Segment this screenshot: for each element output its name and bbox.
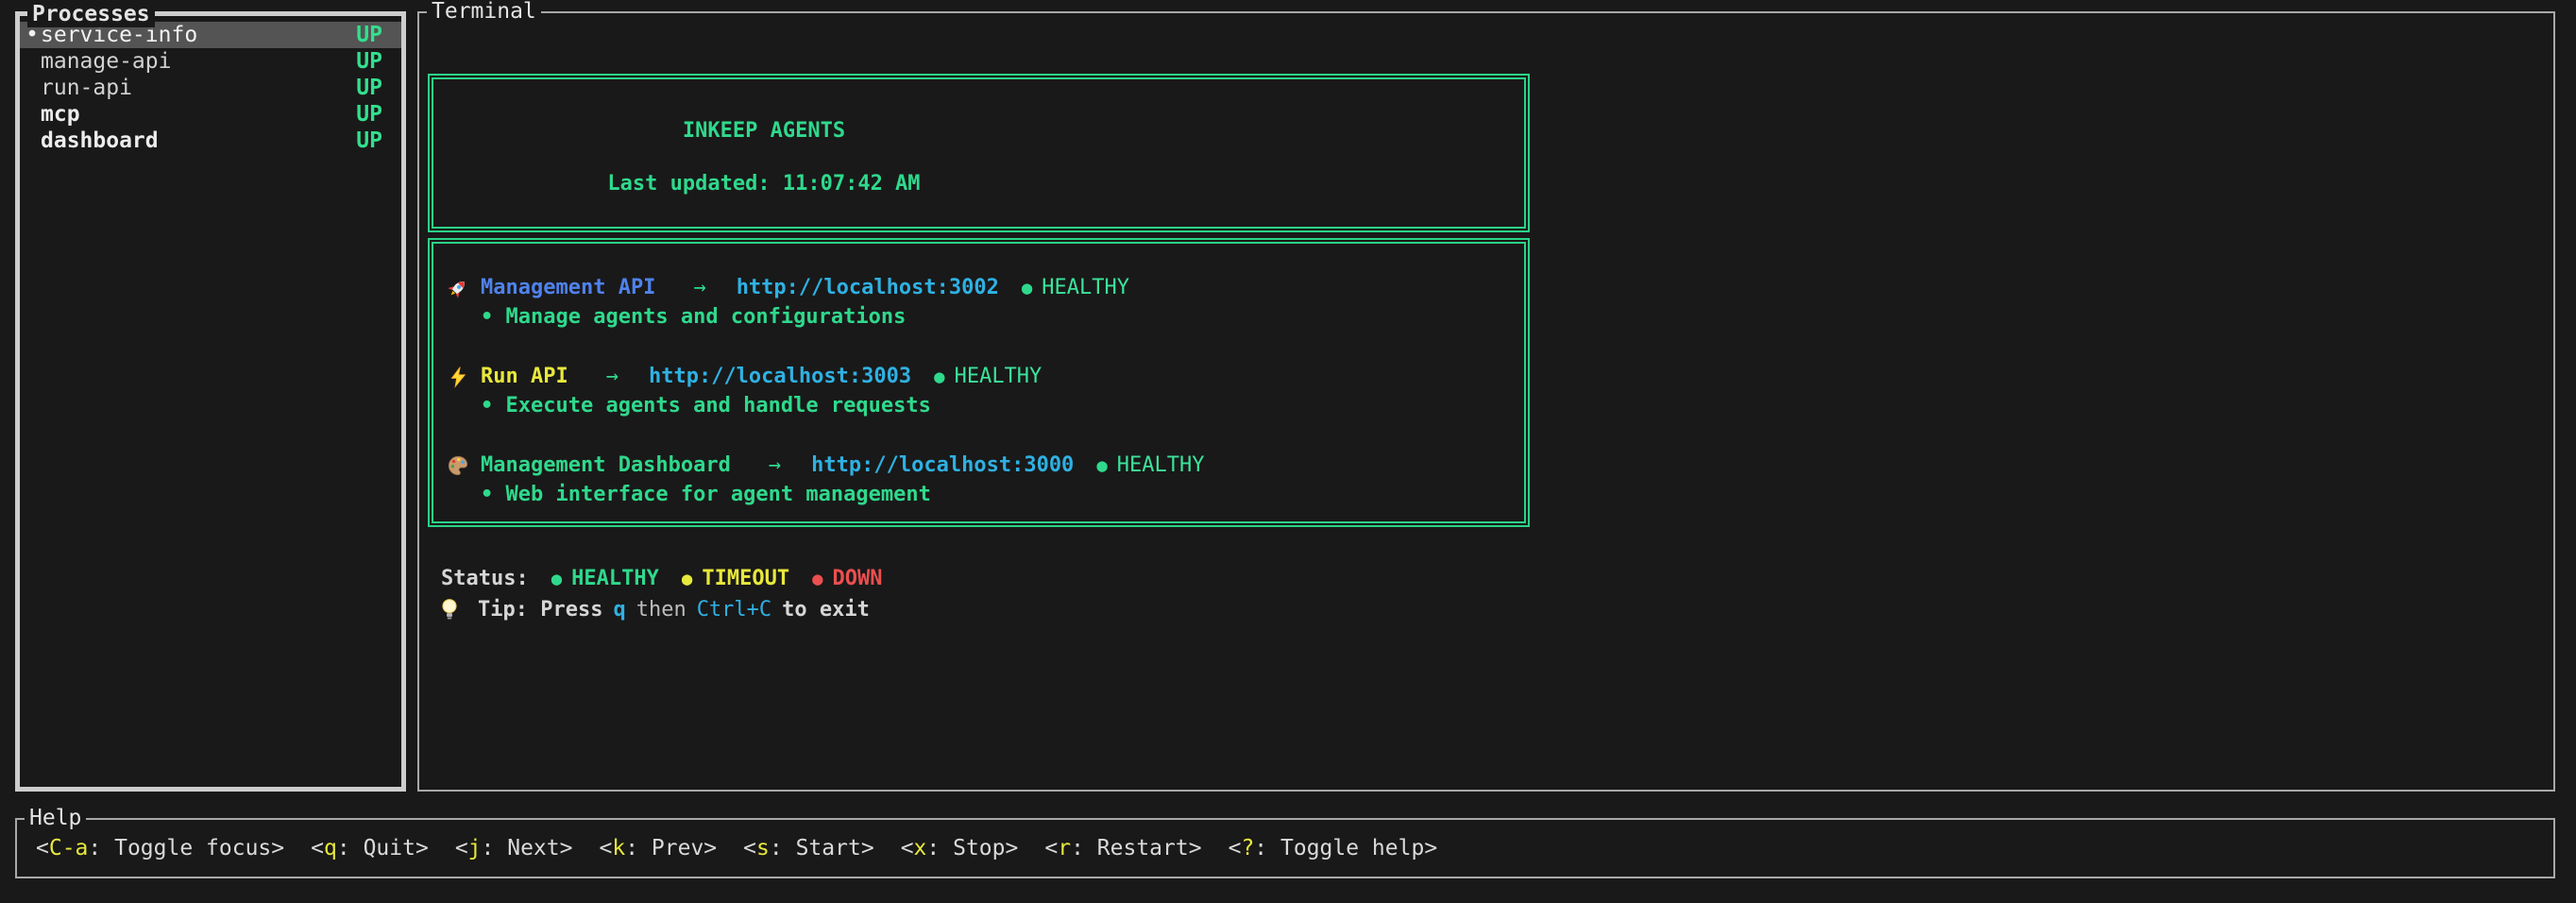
- health-dot-icon: ●: [934, 363, 944, 391]
- process-name: mcp: [41, 102, 356, 127]
- lightning-icon: [447, 365, 471, 389]
- timeout-dot-icon: ●: [682, 569, 692, 589]
- processes-panel: Processes • service-info UP manage-api U…: [15, 11, 406, 792]
- down-dot-icon: ●: [812, 569, 822, 589]
- legend-item-label: HEALTHY: [571, 567, 659, 590]
- process-name: dashboard: [41, 128, 356, 153]
- process-status-badge: UP: [356, 128, 382, 153]
- last-updated-text: Last updated: 11:07:42 AM: [433, 172, 1094, 196]
- help-label: Toggle focus: [114, 836, 271, 860]
- help-item-toggle-help: <?: Toggle help>: [1229, 836, 1438, 860]
- process-status-badge: UP: [356, 49, 382, 74]
- legend-item-healthy: ● HEALTHY: [551, 567, 659, 590]
- rocket-icon: [447, 276, 471, 300]
- legend-item-timeout: ● TIMEOUT: [682, 567, 789, 590]
- help-item-start: <s: Start>: [743, 836, 874, 860]
- help-key: j: [468, 836, 482, 860]
- process-row-mcp[interactable]: mcp UP: [20, 101, 401, 128]
- process-list: • service-info UP manage-api UP run-api …: [20, 16, 401, 154]
- service-name: Management API: [481, 274, 655, 302]
- app-root: Processes • service-info UP manage-api U…: [0, 0, 2576, 903]
- health-dot-icon: ●: [1096, 452, 1107, 480]
- help-item-toggle-focus: <C-a: Toggle focus>: [36, 836, 284, 860]
- help-item-stop: <x: Stop>: [901, 836, 1019, 860]
- service-run-api: Run API → http://localhost:3003 ● HEALTH…: [447, 363, 1524, 420]
- tip-key-q: q: [613, 598, 625, 622]
- legend-item-label: DOWN: [833, 567, 883, 590]
- process-status-badge: UP: [356, 23, 382, 47]
- service-management-dashboard: Management Dashboard → http://localhost:…: [447, 452, 1524, 509]
- tip-middle: then: [636, 598, 686, 622]
- help-label: Toggle help: [1280, 836, 1424, 860]
- service-name: Run API: [481, 363, 568, 391]
- service-url[interactable]: http://localhost:3002: [737, 274, 999, 302]
- help-key: C-a: [49, 836, 89, 860]
- help-key: r: [1058, 836, 1071, 860]
- service-url[interactable]: http://localhost:3003: [649, 363, 911, 391]
- help-label: Start: [796, 836, 861, 860]
- service-health-label: HEALTHY: [1117, 452, 1205, 480]
- help-key: q: [324, 836, 337, 860]
- health-dot-icon: ●: [1022, 274, 1032, 302]
- service-description: • Execute agents and handle requests: [447, 392, 1524, 420]
- arrow-right-icon: →: [606, 363, 619, 391]
- tip-key-ctrl-c: Ctrl+C: [697, 598, 771, 622]
- healthy-dot-icon: ●: [551, 569, 562, 589]
- help-item-next: <j: Next>: [455, 836, 573, 860]
- terminal-panel[interactable]: Terminal INKEEP AGENTS Last updated: 11:…: [417, 11, 2555, 792]
- terminal-panel-title: Terminal: [427, 0, 541, 25]
- help-key: s: [756, 836, 770, 860]
- help-panel: Help <C-a: Toggle focus> <q: Quit> <j: N…: [15, 818, 2555, 878]
- process-row-run-api[interactable]: run-api UP: [20, 75, 401, 101]
- service-url[interactable]: http://localhost:3000: [811, 452, 1074, 480]
- banner-box: INKEEP AGENTS Last updated: 11:07:42 AM: [428, 74, 1530, 232]
- banner-title: INKEEP AGENTS: [433, 119, 1094, 144]
- service-management-api: Management API → http://localhost:3002 ●…: [447, 274, 1524, 332]
- process-status-badge: UP: [356, 102, 382, 127]
- help-key: k: [612, 836, 625, 860]
- service-description: • Web interface for agent management: [447, 481, 1524, 509]
- help-item-restart: <r: Restart>: [1044, 836, 1201, 860]
- service-health-label: HEALTHY: [955, 363, 1042, 391]
- help-label: Prev: [652, 836, 703, 860]
- help-panel-title: Help: [25, 805, 86, 831]
- palette-icon: [447, 453, 471, 478]
- service-health-label: HEALTHY: [1042, 274, 1129, 302]
- help-label: Quit: [364, 836, 415, 860]
- bulb-icon: [440, 597, 463, 622]
- help-label: Restart: [1097, 836, 1189, 860]
- process-row-manage-api[interactable]: manage-api UP: [20, 48, 401, 75]
- service-description: • Manage agents and configurations: [447, 303, 1524, 332]
- legend-item-down: ● DOWN: [812, 567, 882, 590]
- help-items: <C-a: Toggle focus> <q: Quit> <j: Next> …: [17, 820, 2553, 877]
- help-label: Next: [507, 836, 559, 860]
- legend-label: Status:: [441, 567, 529, 590]
- help-key: ?: [1241, 836, 1254, 860]
- status-legend: Status: ● HEALTHY ● TIMEOUT ● DOWN: [441, 567, 883, 590]
- arrow-right-icon: →: [693, 274, 705, 302]
- legend-item-label: TIMEOUT: [702, 567, 789, 590]
- help-label: Stop: [953, 836, 1005, 860]
- arrow-right-icon: →: [769, 452, 781, 480]
- process-name: manage-api: [41, 49, 356, 74]
- service-name: Management Dashboard: [481, 452, 731, 480]
- help-key: x: [914, 836, 927, 860]
- services-box: Management API → http://localhost:3002 ●…: [428, 238, 1530, 527]
- help-item-prev: <k: Prev>: [599, 836, 717, 860]
- help-item-quit: <q: Quit>: [311, 836, 429, 860]
- process-row-dashboard[interactable]: dashboard UP: [20, 128, 401, 154]
- tip-line: Tip: Press q then Ctrl+C to exit: [438, 597, 870, 622]
- tip-prefix: Tip: Press: [478, 598, 602, 622]
- process-status-badge: UP: [356, 76, 382, 100]
- tip-suffix: to exit: [782, 598, 870, 622]
- processes-panel-title: Processes: [27, 1, 155, 27]
- process-name: run-api: [41, 76, 356, 100]
